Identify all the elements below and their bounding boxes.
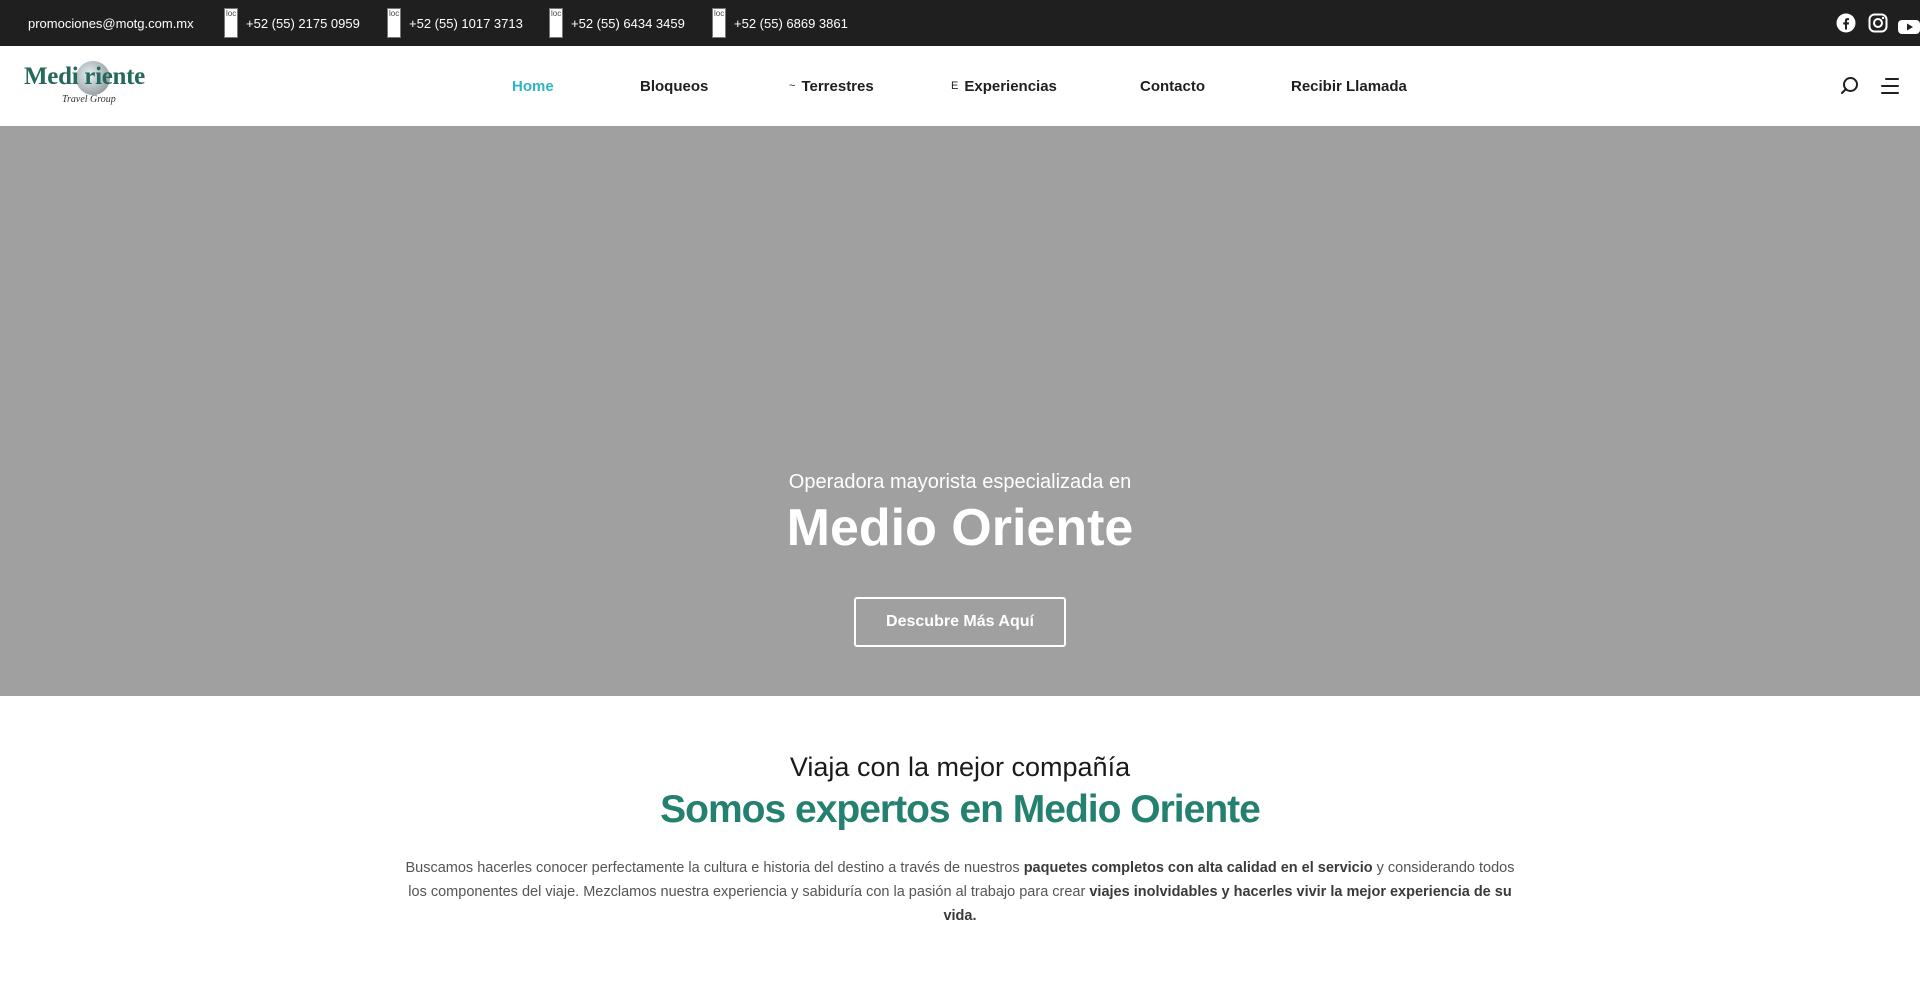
top-bar: promociones@motg.com.mx loc +52 (55) 217… <box>0 0 1920 46</box>
phone-contact-2[interactable]: loc +52 (55) 1017 3713 <box>387 0 523 46</box>
facebook-icon <box>1836 13 1856 33</box>
search-button[interactable] <box>1838 74 1862 98</box>
phone-text[interactable]: +52 (55) 6869 3861 <box>734 16 848 31</box>
nav-label: Experiencias <box>964 77 1057 95</box>
nav-label: Recibir Llamada <box>1291 77 1407 95</box>
broken-image-icon: loc <box>549 8 563 38</box>
logo-wordmark: Medi riente <box>24 63 145 90</box>
hero-subtitle: Operadora mayorista especializada en <box>788 471 1132 493</box>
menu-button[interactable] <box>1878 74 1902 98</box>
phone-contact-3[interactable]: loc +52 (55) 6434 3459 <box>549 0 685 46</box>
search-icon <box>1841 77 1858 94</box>
nav-label: Home <box>512 77 554 95</box>
phone-contact-4[interactable]: loc +52 (55) 6869 3861 <box>712 0 848 46</box>
nav-label: Bloqueos <box>640 77 709 95</box>
broken-image-icon: loc <box>712 8 726 38</box>
instagram-icon <box>1868 13 1888 33</box>
nav-contacto[interactable]: Contacto <box>1134 46 1205 126</box>
phone-text[interactable]: +52 (55) 2175 0959 <box>246 16 360 31</box>
youtube-link[interactable] <box>1898 0 1920 46</box>
facebook-link[interactable] <box>1836 0 1856 46</box>
experiences-icon: E <box>951 80 959 92</box>
discover-more-button[interactable]: Descubre Más Aquí <box>854 597 1066 647</box>
site-header: Medi riente Travel Group Home Bloqueos ~… <box>0 46 1920 126</box>
about-paragraph: Buscamos hacerles conocer perfectamente … <box>400 856 1520 928</box>
phone-text[interactable]: +52 (55) 1017 3713 <box>409 16 523 31</box>
site-logo[interactable]: Medi riente Travel Group <box>24 59 176 109</box>
hero-banner: Operadora mayorista especializada en Med… <box>0 126 1920 696</box>
about-text-1: Buscamos hacerles conocer perfectamente … <box>405 860 1024 876</box>
broken-image-icon: loc <box>387 8 401 38</box>
about-title: Somos expertos en Medio Oriente <box>660 788 1261 831</box>
nav-terrestres[interactable]: ~ Terrestres <box>789 46 874 126</box>
email-contact[interactable]: promociones@motg.com.mx <box>20 0 194 46</box>
menu-icon <box>1881 78 1899 94</box>
nav-label: Contacto <box>1140 77 1205 95</box>
nav-recibir-llamada[interactable]: Recibir Llamada <box>1285 46 1407 126</box>
phone-contact-1[interactable]: loc +52 (55) 2175 0959 <box>224 0 360 46</box>
email-text[interactable]: promociones@motg.com.mx <box>28 16 194 31</box>
nav-bloqueos[interactable]: Bloqueos <box>634 46 708 126</box>
phone-text[interactable]: +52 (55) 6434 3459 <box>571 16 685 31</box>
nav-label: Terrestres <box>801 77 874 95</box>
youtube-icon <box>1898 20 1920 34</box>
nav-home[interactable]: Home <box>506 46 554 126</box>
instagram-link[interactable] <box>1868 0 1888 46</box>
nav-experiencias[interactable]: E Experiencias <box>951 46 1057 126</box>
broken-image-icon: loc <box>224 8 238 38</box>
about-pretitle: Viaja con la mejor compañía <box>789 752 1131 782</box>
route-icon: ~ <box>789 80 796 92</box>
about-bold-1: paquetes completos con alta calidad en e… <box>1023 860 1373 876</box>
hero-title: Medio Oriente <box>786 499 1134 557</box>
logo-tagline: Travel Group <box>62 94 116 105</box>
